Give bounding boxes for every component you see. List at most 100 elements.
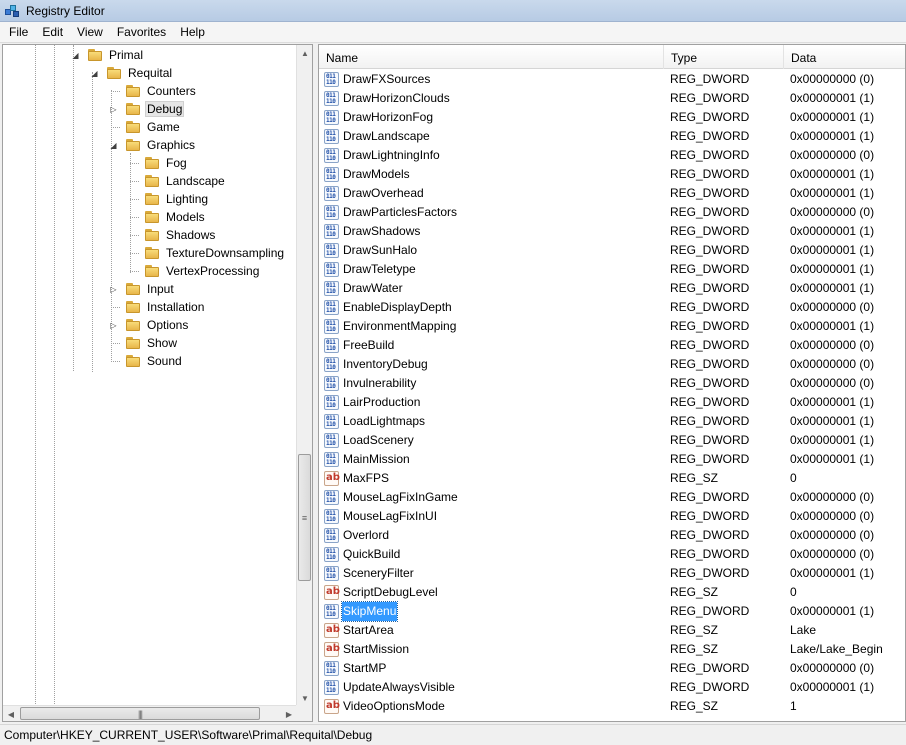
- scroll-left-icon[interactable]: ◀: [3, 706, 19, 721]
- key-tree-pane[interactable]: ◢ Primal ◢ Requital Counters ▷ Debug Game ◢ Graph…: [2, 44, 313, 722]
- tree-node[interactable]: Landscape: [144, 172, 227, 190]
- value-row[interactable]: DrawLandscape REG_DWORD 0x00000001 (1): [319, 127, 905, 146]
- scroll-up-icon[interactable]: ▲: [297, 45, 312, 61]
- status-path: Computer\HKEY_CURRENT_USER\Software\Prim…: [4, 728, 373, 742]
- value-row[interactable]: MainMission REG_DWORD 0x00000001 (1): [319, 450, 905, 469]
- menu-favorites[interactable]: Favorites: [110, 22, 173, 43]
- tree-node[interactable]: Input: [125, 280, 176, 298]
- value-row[interactable]: StartMission REG_SZ Lake/Lake_Begin: [319, 640, 905, 659]
- value-row[interactable]: EnableDisplayDepth REG_DWORD 0x00000000 (0…: [319, 298, 905, 317]
- value-row[interactable]: Invulnerability REG_DWORD 0x00000000 (0): [319, 374, 905, 393]
- collapsed-triangle-icon[interactable]: ▷: [109, 280, 118, 298]
- value-row[interactable]: EnvironmentMapping REG_DWORD 0x00000001 (1…: [319, 317, 905, 336]
- value-name-cell: DrawParticlesFactors: [324, 203, 458, 222]
- value-type: REG_DWORD: [670, 452, 750, 466]
- menu-file[interactable]: File: [2, 22, 35, 43]
- value-type: REG_DWORD: [670, 262, 750, 276]
- tree-node[interactable]: Game: [125, 118, 182, 136]
- tree-node[interactable]: Counters: [125, 82, 198, 100]
- expanded-triangle-icon[interactable]: ◢: [90, 64, 99, 82]
- tree-horizontal-scrollbar[interactable]: ◀ ||| ▶: [3, 705, 297, 721]
- tree-hscroll-thumb[interactable]: |||: [20, 707, 260, 720]
- collapsed-triangle-icon[interactable]: ▷: [109, 316, 118, 334]
- tree-node[interactable]: Sound: [125, 352, 184, 370]
- value-name-cell: MaxFPS: [324, 469, 390, 488]
- value-row[interactable]: DrawHorizonClouds REG_DWORD 0x00000001 (1): [319, 89, 905, 108]
- column-header-name[interactable]: Name: [319, 45, 664, 69]
- scroll-right-icon[interactable]: ▶: [281, 706, 297, 721]
- tree-node[interactable]: Lighting: [144, 190, 210, 208]
- tree-node[interactable]: Show: [125, 334, 179, 352]
- tree-node[interactable]: Models: [144, 208, 207, 226]
- value-row[interactable]: QuickBuild REG_DWORD 0x00000000 (0): [319, 545, 905, 564]
- value-row[interactable]: LairProduction REG_DWORD 0x00000001 (1): [319, 393, 905, 412]
- title-bar[interactable]: Registry Editor: [0, 0, 906, 22]
- collapsed-triangle-icon[interactable]: ▷: [109, 100, 118, 118]
- string-value-icon: [324, 585, 340, 600]
- tree-node[interactable]: VertexProcessing: [144, 262, 261, 280]
- value-row[interactable]: DrawLightningInfo REG_DWORD 0x00000000 (0): [319, 146, 905, 165]
- tree-node[interactable]: Shadows: [144, 226, 217, 244]
- value-name-cell: Overlord: [324, 526, 390, 545]
- value-row[interactable]: DrawOverhead REG_DWORD 0x00000001 (1): [319, 184, 905, 203]
- value-row[interactable]: ScriptDebugLevel REG_SZ 0: [319, 583, 905, 602]
- binary-value-icon: [324, 452, 339, 467]
- expanded-triangle-icon[interactable]: ◢: [71, 46, 80, 64]
- value-row[interactable]: UpdateAlwaysVisible REG_DWORD 0x00000001 (…: [319, 678, 905, 697]
- tree-vertical-scrollbar[interactable]: ▲ ≡ ▼: [296, 45, 312, 706]
- values-list-pane[interactable]: Name Type Data DrawFXSources REG_DWORD 0x0…: [318, 44, 906, 722]
- value-row[interactable]: DrawTeletype REG_DWORD 0x00000001 (1): [319, 260, 905, 279]
- value-row[interactable]: SceneryFilter REG_DWORD 0x00000001 (1): [319, 564, 905, 583]
- tree-node[interactable]: Fog: [144, 154, 189, 172]
- value-row[interactable]: FreeBuild REG_DWORD 0x00000000 (0): [319, 336, 905, 355]
- value-name: DrawShadows: [343, 224, 421, 238]
- column-header-type[interactable]: Type: [664, 45, 784, 69]
- value-data: 1: [790, 699, 797, 713]
- tree-node[interactable]: Installation: [125, 298, 206, 316]
- value-row[interactable]: DrawModels REG_DWORD 0x00000001 (1): [319, 165, 905, 184]
- value-name: MainMission: [343, 452, 410, 466]
- value-name-cell: ScriptDebugLevel: [324, 583, 439, 602]
- value-row[interactable]: MouseLagFixInGame REG_DWORD 0x00000000 (0): [319, 488, 905, 507]
- value-data: 0x00000001 (1): [790, 395, 875, 409]
- value-row[interactable]: DrawFXSources REG_DWORD 0x00000000 (0): [319, 70, 905, 89]
- value-row[interactable]: InventoryDebug REG_DWORD 0x00000000 (0): [319, 355, 905, 374]
- tree-node[interactable]: Primal: [87, 46, 145, 64]
- value-data: 0x00000001 (1): [790, 91, 875, 105]
- expanded-triangle-icon[interactable]: ◢: [109, 136, 118, 154]
- value-row[interactable]: DrawParticlesFactors REG_DWORD 0x00000000 …: [319, 203, 905, 222]
- value-data: 0x00000001 (1): [790, 186, 875, 200]
- tree-node-label: Input: [147, 282, 174, 296]
- value-type: REG_DWORD: [670, 205, 750, 219]
- value-row[interactable]: LoadLightmaps REG_DWORD 0x00000001 (1): [319, 412, 905, 431]
- binary-value-icon: [324, 224, 339, 239]
- menu-edit[interactable]: Edit: [35, 22, 70, 43]
- value-row[interactable]: LoadScenery REG_DWORD 0x00000001 (1): [319, 431, 905, 450]
- value-row[interactable]: DrawSunHalo REG_DWORD 0x00000001 (1): [319, 241, 905, 260]
- tree-node[interactable]: Options: [125, 316, 190, 334]
- value-name-cell: DrawHorizonFog: [324, 108, 434, 127]
- value-row[interactable]: DrawWater REG_DWORD 0x00000001 (1): [319, 279, 905, 298]
- menu-help[interactable]: Help: [173, 22, 212, 43]
- value-row[interactable]: VideoOptionsMode REG_SZ 1: [319, 697, 905, 716]
- tree-node[interactable]: TextureDownsampling: [144, 244, 286, 262]
- tree-node[interactable]: Graphics: [125, 136, 197, 154]
- binary-value-icon: [324, 661, 339, 676]
- value-row[interactable]: DrawShadows REG_DWORD 0x00000001 (1): [319, 222, 905, 241]
- value-row[interactable]: DrawHorizonFog REG_DWORD 0x00000001 (1): [319, 108, 905, 127]
- value-row[interactable]: StartArea REG_SZ Lake: [319, 621, 905, 640]
- tree-vscroll-thumb[interactable]: ≡: [298, 454, 311, 581]
- value-row[interactable]: Overlord REG_DWORD 0x00000000 (0): [319, 526, 905, 545]
- tree-node[interactable]: Debug: [125, 100, 185, 118]
- value-row[interactable]: MaxFPS REG_SZ 0: [319, 469, 905, 488]
- folder-icon: [125, 102, 141, 116]
- tree-node[interactable]: Requital: [106, 64, 174, 82]
- binary-value-icon: [324, 566, 339, 581]
- scroll-down-icon[interactable]: ▼: [297, 690, 312, 706]
- menu-view[interactable]: View: [70, 22, 110, 43]
- value-row[interactable]: SkipMenu REG_DWORD 0x00000001 (1): [319, 601, 905, 622]
- tree-guide-connector: [130, 199, 139, 200]
- column-header-data[interactable]: Data: [784, 45, 905, 69]
- value-row[interactable]: MouseLagFixInUI REG_DWORD 0x00000000 (0): [319, 507, 905, 526]
- value-row[interactable]: StartMP REG_DWORD 0x00000000 (0): [319, 659, 905, 678]
